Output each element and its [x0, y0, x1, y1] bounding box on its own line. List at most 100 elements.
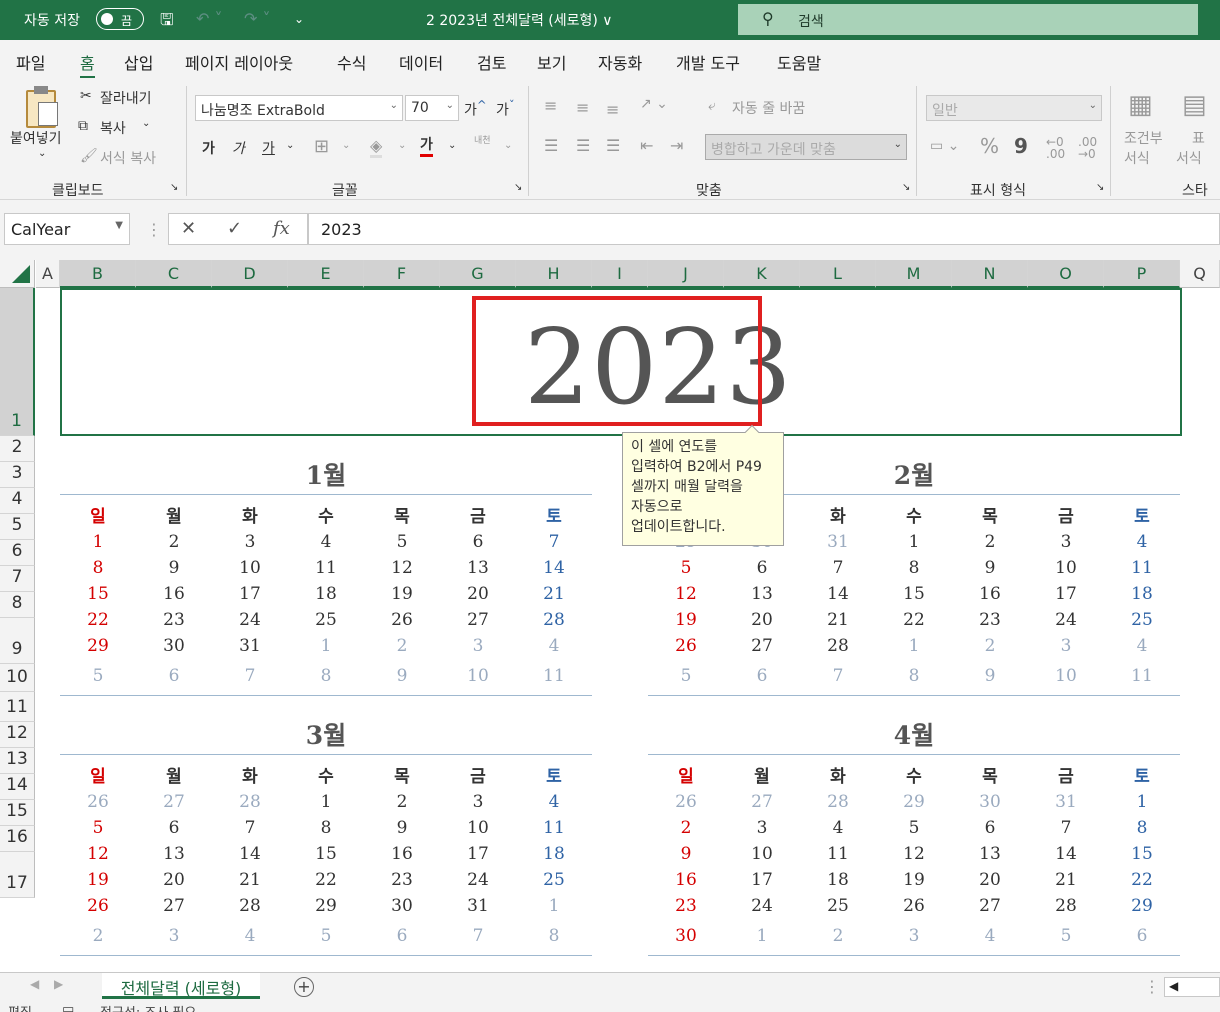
day-cell[interactable]: 11: [1104, 558, 1180, 578]
day-cell[interactable]: 8: [288, 666, 364, 686]
align-center-icon[interactable]: ☰: [576, 136, 590, 155]
day-cell[interactable]: 27: [724, 636, 800, 656]
day-cell[interactable]: 5: [876, 818, 952, 838]
day-cell[interactable]: 12: [60, 844, 136, 864]
fill-color-icon[interactable]: ◈: [370, 136, 383, 158]
day-cell[interactable]: 27: [136, 792, 212, 812]
column-header-M[interactable]: M: [876, 260, 952, 288]
format-as-table-button-line2[interactable]: 서식: [1176, 148, 1202, 168]
day-cell[interactable]: 2: [952, 636, 1028, 656]
day-cell[interactable]: 9: [952, 666, 1028, 686]
day-cell[interactable]: 11: [288, 558, 364, 578]
day-cell[interactable]: 6: [1104, 926, 1180, 946]
tab-automate[interactable]: 자동화: [598, 50, 642, 74]
day-cell[interactable]: 17: [1028, 584, 1104, 604]
day-cell[interactable]: 8: [60, 558, 136, 578]
next-sheet-icon[interactable]: ▶: [54, 977, 63, 991]
copy-icon[interactable]: ⧉: [78, 118, 88, 134]
day-cell[interactable]: 2: [800, 926, 876, 946]
borders-dropdown-icon[interactable]: ⌄: [342, 140, 350, 151]
autosave-toggle[interactable]: 끔: [96, 8, 144, 30]
day-cell[interactable]: 14: [516, 558, 592, 578]
font-color-button[interactable]: 가: [420, 134, 433, 157]
day-cell[interactable]: 22: [1104, 870, 1180, 890]
day-cell[interactable]: 30: [952, 792, 1028, 812]
undo-icon[interactable]: ↶ ˅: [196, 9, 223, 28]
increase-font-icon[interactable]: 가^: [464, 98, 487, 120]
row-header-17[interactable]: 17: [0, 852, 35, 898]
day-cell[interactable]: 30: [364, 896, 440, 916]
row-header-3[interactable]: 3: [0, 462, 35, 488]
day-cell[interactable]: 1: [60, 532, 136, 552]
tab-review[interactable]: 검토: [477, 50, 506, 74]
document-title[interactable]: 2 2023년 전체달력 (세로형) ∨: [426, 10, 613, 30]
tab-developer[interactable]: 개발 도구: [676, 50, 740, 74]
day-cell[interactable]: 6: [136, 666, 212, 686]
row-header-16[interactable]: 16: [0, 826, 35, 852]
wrap-text-button[interactable]: 자동 줄 바꿈: [732, 98, 805, 118]
day-cell[interactable]: 3: [212, 532, 288, 552]
orientation-icon[interactable]: ↗ ⌄: [640, 96, 668, 112]
borders-icon[interactable]: ⊞: [314, 136, 329, 157]
bold-button[interactable]: 가: [202, 138, 215, 158]
day-cell[interactable]: 13: [440, 558, 516, 578]
day-cell[interactable]: 9: [136, 558, 212, 578]
day-cell[interactable]: 18: [516, 844, 592, 864]
align-bottom-icon[interactable]: ≡: [606, 100, 619, 119]
day-cell[interactable]: 6: [724, 558, 800, 578]
row-header-10[interactable]: 10: [0, 664, 35, 692]
day-cell[interactable]: 8: [876, 666, 952, 686]
day-cell[interactable]: 30: [136, 636, 212, 656]
day-cell[interactable]: 11: [516, 818, 592, 838]
italic-button[interactable]: 가: [232, 138, 245, 158]
day-cell[interactable]: 28: [800, 636, 876, 656]
day-cell[interactable]: 1: [288, 636, 364, 656]
day-cell[interactable]: 20: [136, 870, 212, 890]
day-cell[interactable]: 28: [212, 896, 288, 916]
cut-icon[interactable]: ✂: [80, 88, 92, 104]
day-cell[interactable]: 3: [1028, 532, 1104, 552]
cancel-icon[interactable]: ✕: [181, 218, 196, 239]
day-cell[interactable]: 3: [440, 792, 516, 812]
day-cell[interactable]: 7: [1028, 818, 1104, 838]
clipboard-launcher-icon[interactable]: ↘: [170, 182, 178, 193]
day-cell[interactable]: 26: [364, 610, 440, 630]
row-header-12[interactable]: 12: [0, 722, 35, 748]
day-cell[interactable]: 5: [288, 926, 364, 946]
column-header-C[interactable]: C: [136, 260, 212, 288]
scroll-left-icon[interactable]: ◀: [1169, 979, 1178, 993]
day-cell[interactable]: 2: [648, 818, 724, 838]
day-cell[interactable]: 21: [800, 610, 876, 630]
day-cell[interactable]: 19: [648, 610, 724, 630]
day-cell[interactable]: 30: [648, 926, 724, 946]
day-cell[interactable]: 7: [212, 818, 288, 838]
day-cell[interactable]: 24: [1028, 610, 1104, 630]
day-cell[interactable]: 1: [288, 792, 364, 812]
day-cell[interactable]: 11: [1104, 666, 1180, 686]
font-color-dropdown-icon[interactable]: ⌄: [448, 140, 456, 151]
row-header-5[interactable]: 5: [0, 514, 35, 540]
decrease-font-icon[interactable]: 가ˇ: [496, 98, 515, 120]
column-header-D[interactable]: D: [212, 260, 288, 288]
paste-dropdown-icon[interactable]: ⌄: [38, 148, 46, 159]
day-cell[interactable]: 6: [952, 818, 1028, 838]
day-cell[interactable]: 10: [724, 844, 800, 864]
day-cell[interactable]: 9: [364, 818, 440, 838]
decrease-indent-icon[interactable]: ⇤: [640, 136, 653, 155]
column-header-G[interactable]: G: [440, 260, 516, 288]
day-cell[interactable]: 20: [952, 870, 1028, 890]
column-header-B[interactable]: B: [60, 260, 136, 288]
day-cell[interactable]: 9: [364, 666, 440, 686]
row-header-8[interactable]: 8: [0, 592, 35, 618]
day-cell[interactable]: 2: [60, 926, 136, 946]
row-header-7[interactable]: 7: [0, 566, 35, 592]
paste-button[interactable]: 붙여넣기: [10, 128, 62, 148]
day-cell[interactable]: 29: [288, 896, 364, 916]
formula-input[interactable]: 2023: [308, 213, 1220, 245]
column-header-E[interactable]: E: [288, 260, 364, 288]
paste-icon[interactable]: [20, 86, 64, 130]
copy-dropdown-icon[interactable]: ⌄: [142, 118, 150, 129]
macro-record-icon[interactable]: ▭: [62, 1002, 74, 1012]
day-cell[interactable]: 17: [212, 584, 288, 604]
day-cell[interactable]: 4: [1104, 636, 1180, 656]
